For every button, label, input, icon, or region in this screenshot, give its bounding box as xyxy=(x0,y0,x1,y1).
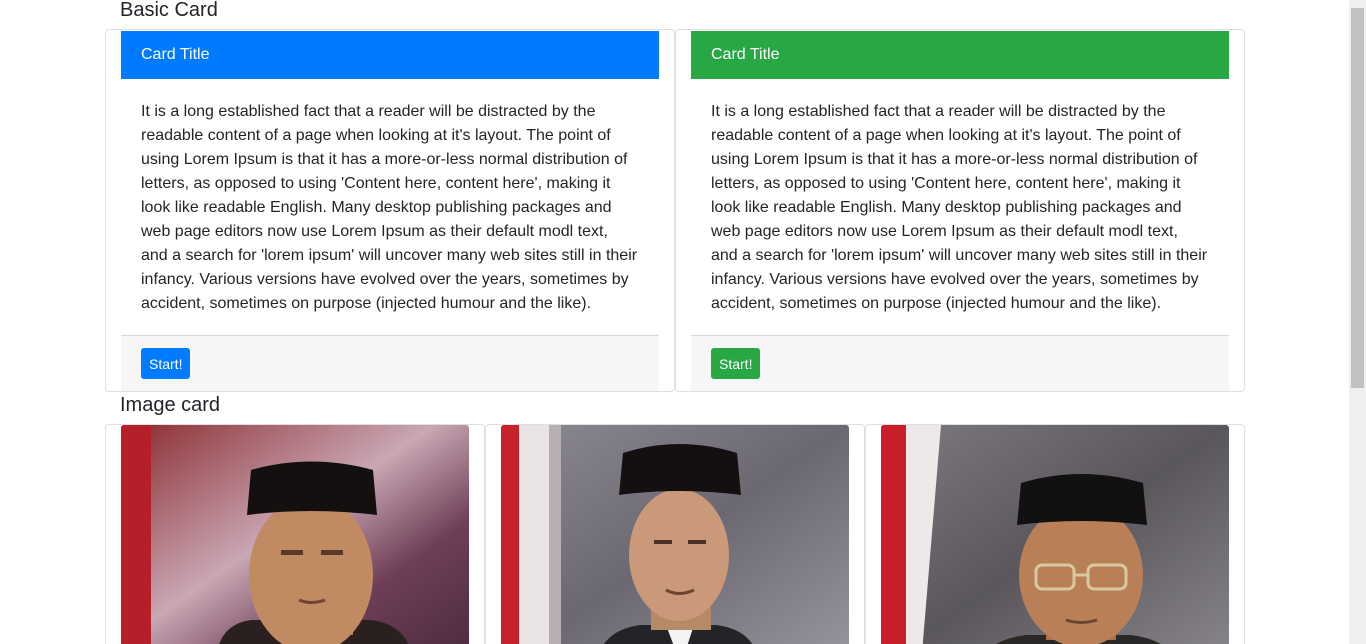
card-header: Card Title xyxy=(691,31,1229,79)
scrollbar-thumb[interactable] xyxy=(1351,8,1364,388)
card-footer: Start! xyxy=(691,335,1229,391)
image-card-1 xyxy=(105,424,485,644)
basic-card-2: Card Title It is a long established fact… xyxy=(675,29,1245,392)
card-footer: Start! xyxy=(121,335,659,391)
image-card-3 xyxy=(865,424,1245,644)
section-title-basic-card: Basic Card xyxy=(120,0,218,21)
card-body-text: It is a long established fact that a rea… xyxy=(711,103,1208,312)
vertical-scrollbar[interactable] xyxy=(1349,0,1366,644)
basic-card-1: Card Title It is a long established fact… xyxy=(105,29,675,392)
card-body-text: It is a long established fact that a rea… xyxy=(141,103,638,312)
image-card-2 xyxy=(485,424,865,644)
portrait-photo-icon xyxy=(501,425,849,644)
start-button[interactable]: Start! xyxy=(711,348,761,379)
start-button[interactable]: Start! xyxy=(141,348,191,379)
section-title-image-card: Image card xyxy=(120,394,221,416)
portrait-photo-icon xyxy=(121,425,469,644)
portrait-photo-icon xyxy=(881,425,1229,644)
card-header: Card Title xyxy=(121,31,659,79)
